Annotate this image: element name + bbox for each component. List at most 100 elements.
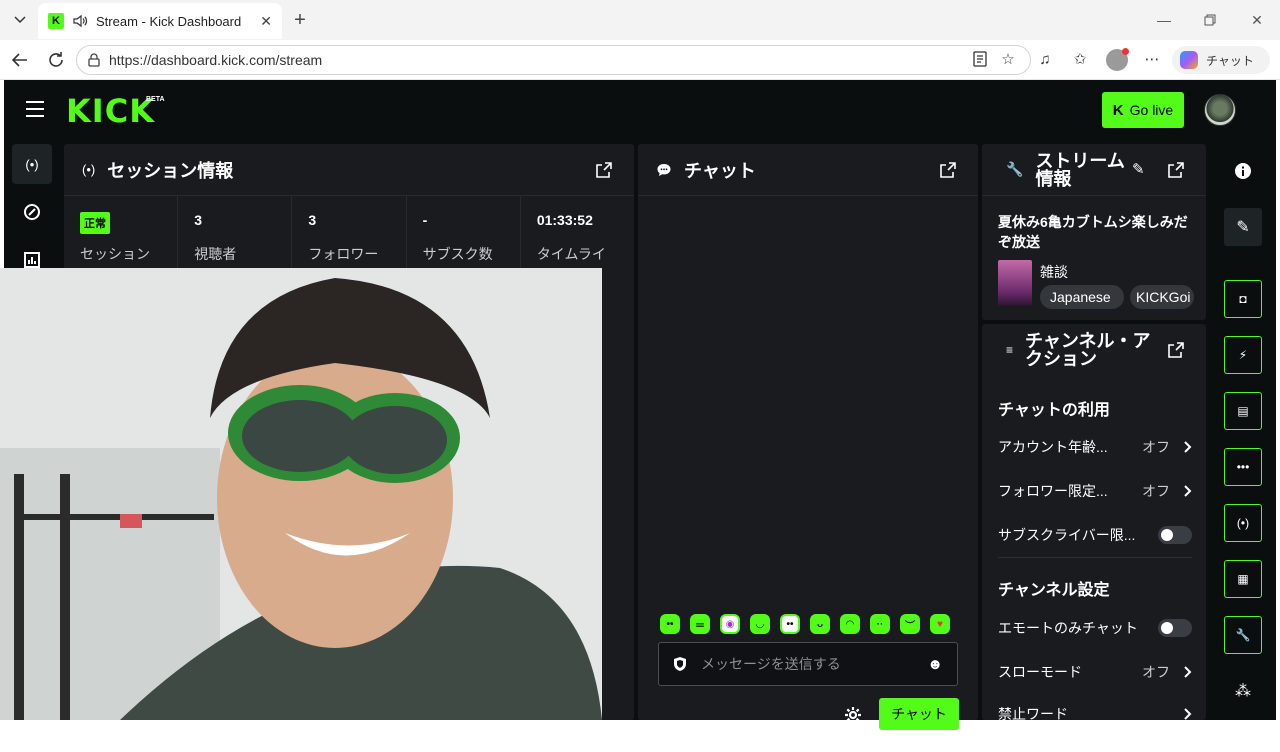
setting-row-banned-words[interactable]: 禁止ワード xyxy=(998,704,1192,724)
emote-bar: •• ＝ ◉ ◡ •• ᴗ ◠ ·· ︶ ♥ xyxy=(660,614,950,634)
lock-icon xyxy=(88,53,100,67)
stat-followers: 3 フォロワー xyxy=(292,196,407,268)
go-live-label: Go live xyxy=(1129,102,1174,118)
stream-broadcast-icon[interactable]: (•) xyxy=(12,144,52,184)
emote-icon[interactable]: ᴗ xyxy=(810,614,830,634)
chat-send-button[interactable]: チャット xyxy=(879,698,959,730)
kick-logo[interactable]: KICK xyxy=(66,92,155,130)
setting-value: オフ xyxy=(1142,483,1170,499)
popout-icon[interactable] xyxy=(596,162,612,178)
setting-label: スローモード xyxy=(998,664,1082,680)
setting-label: 禁止ワード xyxy=(998,706,1068,722)
restore-icon[interactable] xyxy=(1198,8,1222,32)
back-arrow-icon[interactable] xyxy=(8,48,32,72)
title-line-2: クション xyxy=(1025,349,1098,369)
chevron-right-icon xyxy=(1184,441,1192,453)
emote-icon[interactable]: ＝ xyxy=(690,614,710,634)
community-icon[interactable]: ⁂ xyxy=(1224,672,1262,710)
chat-placeholder: メッセージを送信する xyxy=(701,656,841,672)
reader-mode-icon[interactable] xyxy=(969,48,991,70)
tag-chip[interactable]: Japanese xyxy=(1040,285,1124,309)
setting-row-slow-mode[interactable]: スローモード オフ xyxy=(998,662,1192,682)
channel-actions-header: ≡ チャンネル・ア クション xyxy=(982,324,1206,376)
copilot-label: チャット xyxy=(1206,53,1254,68)
partial-text: の xyxy=(602,739,613,751)
setting-value: オフ xyxy=(1142,664,1170,680)
stat-label: タイムライ xyxy=(536,246,606,262)
tab-close-icon[interactable]: ✕ xyxy=(260,13,272,30)
webcam-overlay xyxy=(0,268,602,720)
lightning-icon[interactable]: ⚡ xyxy=(1224,336,1262,374)
broadcast-icon[interactable]: (•) xyxy=(1224,504,1262,542)
user-avatar[interactable] xyxy=(1204,94,1236,126)
chat-usage-heading: チャットの利用 xyxy=(998,402,1110,419)
channel-actions-title: チャンネル・ア クション xyxy=(1025,332,1150,368)
setting-row-emote-only: エモートのみチャット xyxy=(998,618,1192,638)
browser-tab[interactable]: K Stream - Kick Dashboard ✕ xyxy=(38,3,282,39)
minimize-icon[interactable]: — xyxy=(1152,8,1176,32)
stat-value: 01:33:52 xyxy=(536,212,593,228)
tag-chip[interactable]: KICKGoi xyxy=(1130,285,1194,309)
popout-icon[interactable] xyxy=(1168,162,1184,178)
new-tab-plus-icon[interactable]: + xyxy=(288,8,312,32)
tab-list-chevron-icon[interactable] xyxy=(8,8,32,32)
info-icon[interactable] xyxy=(1224,152,1262,190)
emote-icon[interactable]: ◠ xyxy=(840,614,860,634)
stat-viewers: 3 視聴者 xyxy=(178,196,293,268)
category-name[interactable]: 雑談 xyxy=(1040,262,1068,282)
go-live-button[interactable]: K Go live xyxy=(1102,92,1184,128)
notification-dot-icon xyxy=(1122,48,1129,55)
stat-label: 視聴者 xyxy=(194,246,237,262)
chat-message-input[interactable]: メッセージを送信する ☻ xyxy=(658,642,958,686)
popout-icon[interactable] xyxy=(940,162,956,178)
speaker-icon[interactable] xyxy=(72,13,88,29)
emote-icon[interactable]: ♥ xyxy=(930,614,950,634)
title-line-1: ストリーム xyxy=(1035,150,1125,171)
reload-icon[interactable] xyxy=(44,48,68,72)
more-menu-icon[interactable]: ⋯ xyxy=(1141,48,1163,70)
document-icon[interactable]: ▤ xyxy=(1224,392,1262,430)
stream-info-title: ストリーム 情報 xyxy=(1035,152,1124,188)
broadcast-icon: (•) xyxy=(82,162,96,177)
setting-row-account-age[interactable]: アカウント年齢... オフ xyxy=(998,437,1192,457)
emote-icon[interactable]: •• xyxy=(780,614,800,634)
emote-only-toggle[interactable] xyxy=(1158,619,1192,637)
stream-info-header: 🔧 ストリーム 情報 ✎ xyxy=(982,144,1206,196)
setting-row-follower-only[interactable]: フォロワー限定... オフ xyxy=(998,481,1192,501)
media-control-icon[interactable]: ♫ xyxy=(1034,48,1056,70)
address-bar-row: https://dashboard.kick.com/stream ☆ ♫ ✩ … xyxy=(0,40,1280,80)
url-field[interactable]: https://dashboard.kick.com/stream xyxy=(76,45,1031,75)
popout-icon[interactable] xyxy=(1168,342,1184,358)
category-thumbnail[interactable] xyxy=(998,260,1032,306)
divider xyxy=(998,557,1192,558)
emote-icon[interactable]: ◉ xyxy=(720,614,740,634)
chat-icon[interactable]: ••• xyxy=(1224,448,1262,486)
session-stats: 正常 セッション 3 視聴者 3 フォロワー - サブスク数 01:33:52 … xyxy=(64,196,634,268)
top-nav: KICK BETA K Go live xyxy=(4,80,1276,140)
emote-icon[interactable]: •• xyxy=(660,614,680,634)
gear-icon[interactable] xyxy=(844,706,862,724)
emote-icon[interactable]: ·· xyxy=(870,614,890,634)
emoji-picker-icon[interactable]: ☻ xyxy=(927,656,943,673)
hamburger-menu-icon[interactable] xyxy=(26,101,44,117)
layout-icon[interactable]: ▦ xyxy=(1224,560,1262,598)
pencil-icon[interactable]: ✎ xyxy=(1132,160,1145,178)
camera-icon[interactable]: ◘ xyxy=(1224,280,1262,318)
emote-icon[interactable]: ︶ xyxy=(900,614,920,634)
title-line-2: 情報 xyxy=(1035,168,1072,189)
link-icon[interactable] xyxy=(12,192,52,232)
chat-header: チャット xyxy=(638,144,978,196)
emote-icon[interactable]: ◡ xyxy=(750,614,770,634)
stream-title: 夏休み6亀カブトムシ楽しみだぞ放送 xyxy=(998,214,1188,250)
subscriber-only-toggle[interactable] xyxy=(1158,526,1192,544)
favorite-star-icon[interactable]: ☆ xyxy=(997,48,1019,70)
wrench-icon[interactable]: 🔧 xyxy=(1224,616,1262,654)
edit-pencil-icon[interactable]: ✎ xyxy=(1224,208,1262,246)
shield-icon xyxy=(674,657,686,671)
setting-row-subscriber-only: サブスクライバー限... xyxy=(998,525,1192,545)
close-window-icon[interactable]: ✕ xyxy=(1245,8,1269,32)
stat-subs: - サブスク数 xyxy=(407,196,521,268)
setting-value: オフ xyxy=(1142,439,1170,455)
favorites-icon[interactable]: ✩ xyxy=(1069,48,1091,70)
copilot-chat-button[interactable]: チャット xyxy=(1172,46,1270,74)
